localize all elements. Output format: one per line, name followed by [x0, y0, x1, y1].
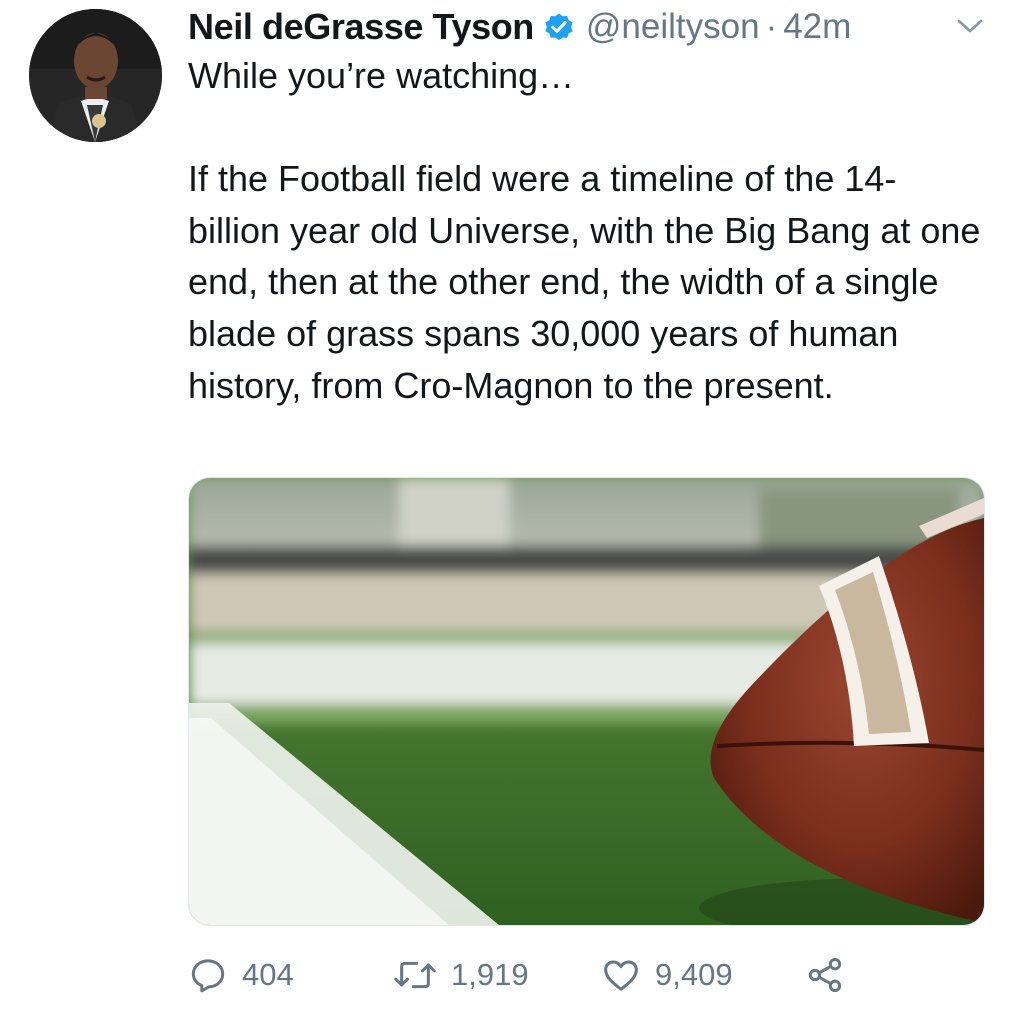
- separator-dot: ·: [765, 7, 778, 46]
- reply-button[interactable]: 404: [188, 950, 294, 1000]
- retweet-count: 1,919: [451, 957, 529, 992]
- chevron-down-icon[interactable]: [955, 16, 985, 36]
- tweet-text-paragraph: If the Football field were a timeline of…: [188, 158, 981, 406]
- tweet-media-image[interactable]: [188, 477, 985, 926]
- football-photo: [189, 478, 984, 925]
- like-count: 9,409: [655, 957, 733, 992]
- tweet-timestamp[interactable]: 42m: [783, 7, 851, 47]
- author-handle[interactable]: @neiltyson: [586, 7, 760, 47]
- heart-icon: [604, 960, 638, 991]
- reply-icon: [191, 959, 225, 993]
- retweet-button[interactable]: 1,919: [393, 950, 529, 1000]
- share-icon: [808, 958, 842, 992]
- reply-count: 404: [242, 957, 294, 992]
- retweet-icon: [394, 961, 436, 989]
- verified-badge-icon: [545, 13, 573, 41]
- tweet-text: While you’re watching… If the Football f…: [188, 50, 988, 411]
- like-button[interactable]: 9,409: [601, 950, 733, 1000]
- author-name[interactable]: Neil deGrasse Tyson: [188, 6, 534, 48]
- paragraph-break: [188, 102, 988, 154]
- share-button[interactable]: [805, 950, 845, 1000]
- tweet-header: Neil deGrasse Tyson @neiltyson · 42m: [188, 4, 988, 50]
- tweet-text-line: While you’re watching…: [188, 55, 575, 96]
- avatar-image: [29, 9, 162, 142]
- avatar[interactable]: [29, 9, 162, 142]
- tweet-actions: 404 1,919 9,409: [188, 950, 988, 1000]
